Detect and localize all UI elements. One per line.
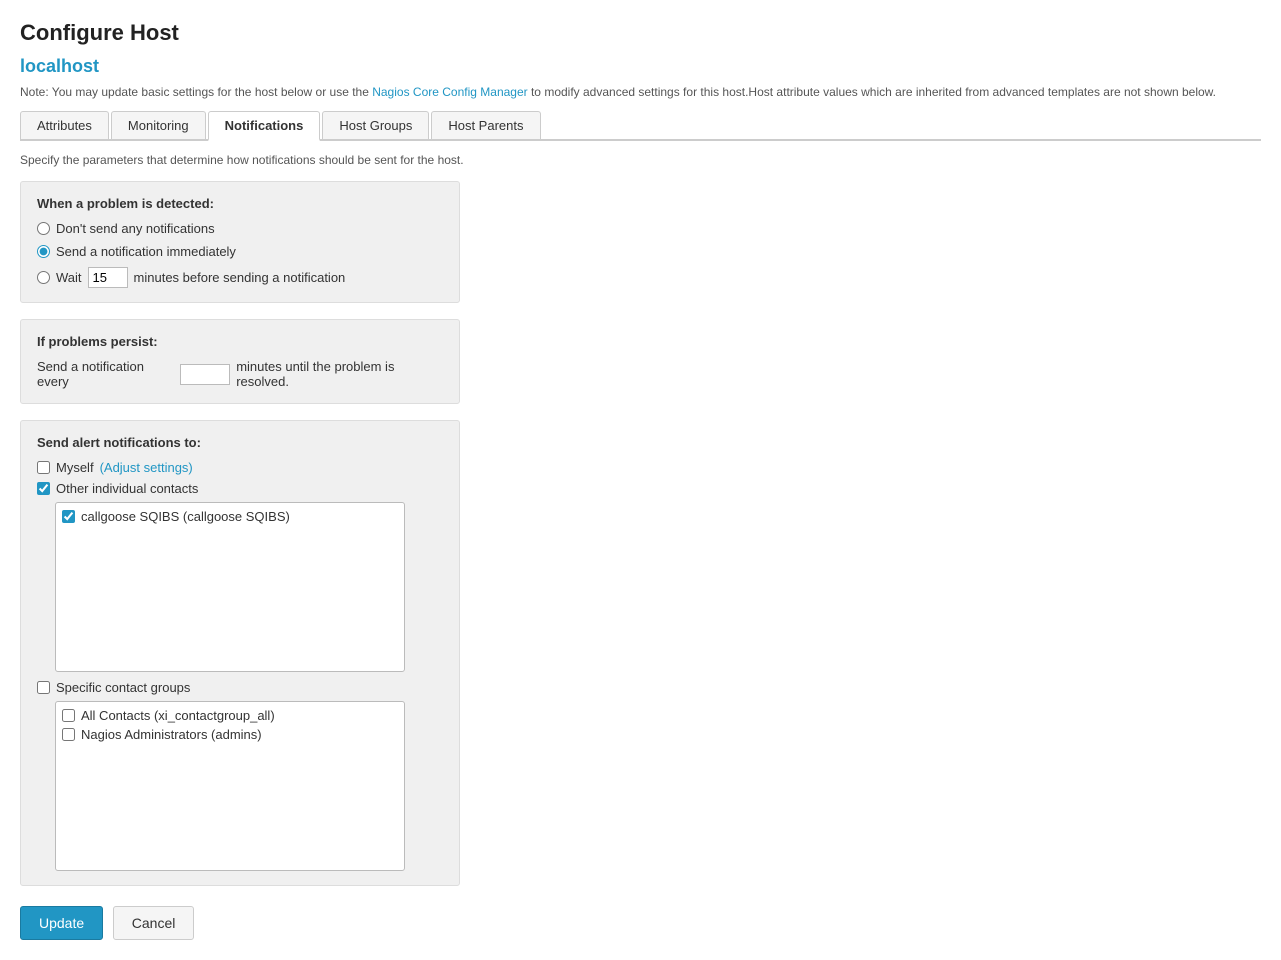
tab-host-parents[interactable]: Host Parents (431, 111, 540, 139)
tab-bar: Attributes Monitoring Notifications Host… (20, 111, 1261, 141)
contacts-box: callgoose SQIBS (callgoose SQIBS) (55, 502, 405, 672)
group-all-contacts[interactable]: All Contacts (xi_contactgroup_all) (62, 708, 398, 723)
persist-panel-label: If problems persist: (37, 334, 443, 349)
wait-option[interactable]: Wait minutes before sending a notificati… (37, 267, 443, 288)
immediate-label: Send a notification immediately (56, 244, 236, 259)
problem-detected-panel: When a problem is detected: Don't send a… (20, 181, 460, 303)
alert-panel: Send alert notifications to: Myself (Adj… (20, 420, 460, 886)
action-buttons: Update Cancel (20, 906, 1261, 940)
cancel-button[interactable]: Cancel (113, 906, 195, 940)
contact-callgoose[interactable]: callgoose SQIBS (callgoose SQIBS) (62, 509, 398, 524)
myself-label: Myself (56, 460, 94, 475)
wait-suffix: minutes before sending a notification (134, 270, 346, 285)
group-nagios-admins-checkbox[interactable] (62, 728, 75, 741)
contact-callgoose-label: callgoose SQIBS (callgoose SQIBS) (81, 509, 290, 524)
group-all-contacts-checkbox[interactable] (62, 709, 75, 722)
wait-minutes-input[interactable] (88, 267, 128, 288)
immediate-option[interactable]: Send a notification immediately (37, 244, 443, 259)
other-contacts-option[interactable]: Other individual contacts (37, 481, 443, 496)
contact-callgoose-checkbox[interactable] (62, 510, 75, 523)
no-notify-option[interactable]: Don't send any notifications (37, 221, 443, 236)
specific-groups-label: Specific contact groups (56, 680, 190, 695)
section-description: Specify the parameters that determine ho… (20, 153, 1261, 167)
persist-panel: If problems persist: Send a notification… (20, 319, 460, 404)
persist-row: Send a notification every minutes until … (37, 359, 443, 389)
note-text: Note: You may update basic settings for … (20, 85, 1261, 99)
persist-prefix: Send a notification every (37, 359, 174, 389)
wait-radio[interactable] (37, 271, 50, 284)
page-title: Configure Host (20, 20, 1261, 46)
update-button[interactable]: Update (20, 906, 103, 940)
tab-attributes[interactable]: Attributes (20, 111, 109, 139)
hostname: localhost (20, 56, 1261, 77)
adjust-settings-link[interactable]: (Adjust settings) (100, 460, 193, 475)
tab-notifications[interactable]: Notifications (208, 111, 321, 141)
myself-checkbox[interactable] (37, 461, 50, 474)
myself-option[interactable]: Myself (Adjust settings) (37, 460, 443, 475)
specific-groups-option[interactable]: Specific contact groups (37, 680, 443, 695)
immediate-radio[interactable] (37, 245, 50, 258)
groups-box: All Contacts (xi_contactgroup_all) Nagio… (55, 701, 405, 871)
persist-minutes-input[interactable] (180, 364, 230, 385)
tab-monitoring[interactable]: Monitoring (111, 111, 206, 139)
alert-panel-label: Send alert notifications to: (37, 435, 443, 450)
no-notify-radio[interactable] (37, 222, 50, 235)
problem-panel-label: When a problem is detected: (37, 196, 443, 211)
nagios-config-link[interactable]: Nagios Core Config Manager (372, 85, 527, 99)
wait-prefix: Wait (56, 270, 82, 285)
group-all-contacts-label: All Contacts (xi_contactgroup_all) (81, 708, 275, 723)
no-notify-label: Don't send any notifications (56, 221, 215, 236)
other-contacts-checkbox[interactable] (37, 482, 50, 495)
specific-groups-checkbox[interactable] (37, 681, 50, 694)
persist-suffix: minutes until the problem is resolved. (236, 359, 443, 389)
problem-radio-group: Don't send any notifications Send a noti… (37, 221, 443, 288)
tab-host-groups[interactable]: Host Groups (322, 111, 429, 139)
other-contacts-label: Other individual contacts (56, 481, 198, 496)
group-nagios-admins[interactable]: Nagios Administrators (admins) (62, 727, 398, 742)
group-nagios-admins-label: Nagios Administrators (admins) (81, 727, 262, 742)
